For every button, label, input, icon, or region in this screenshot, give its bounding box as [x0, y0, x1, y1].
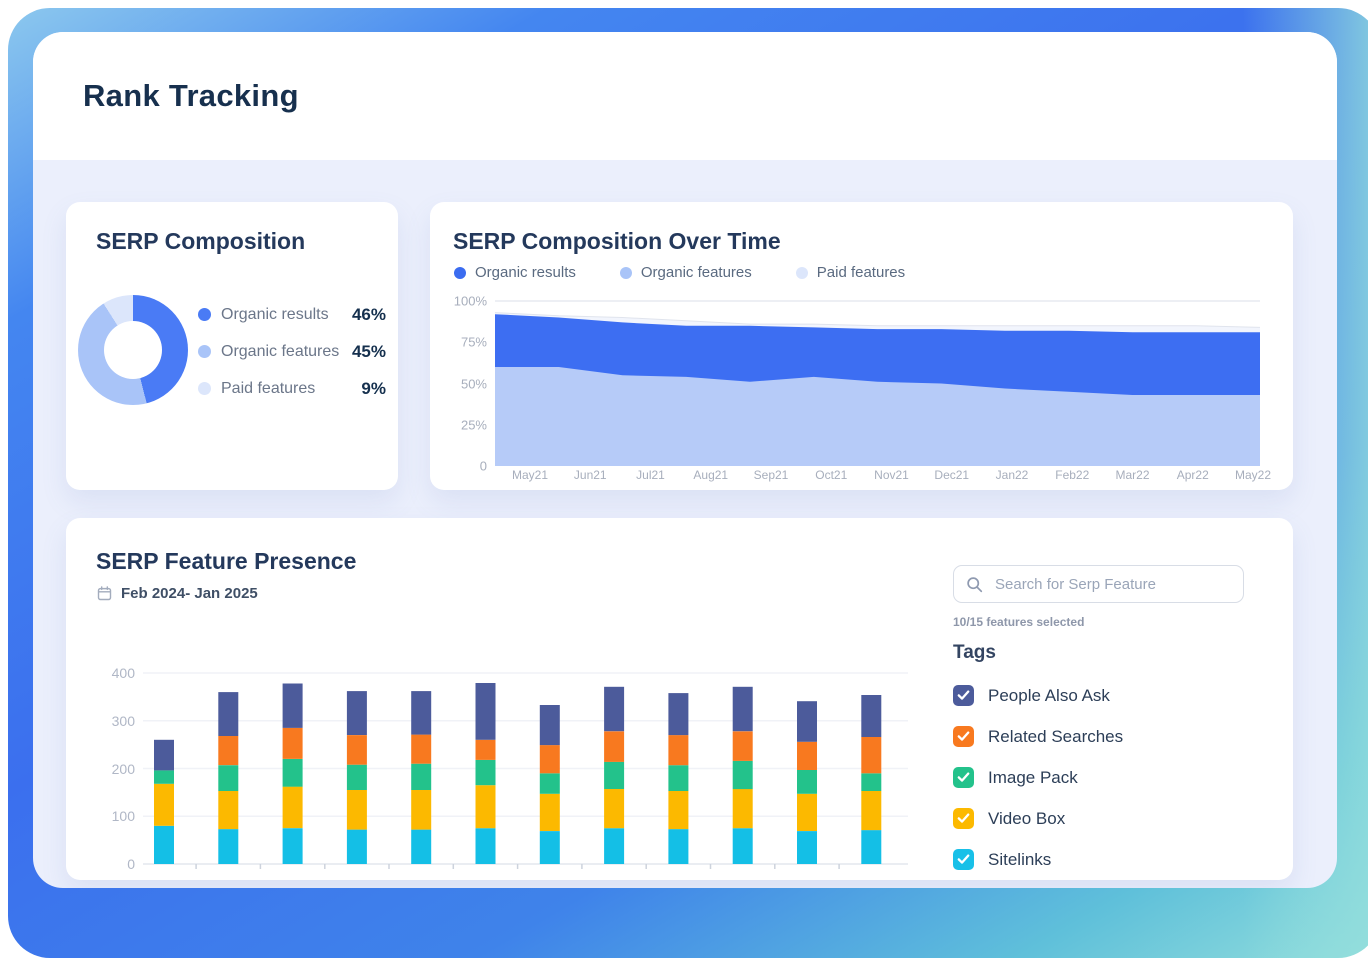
area-x-tick-label: May22: [1235, 468, 1271, 482]
serp-composition-title: SERP Composition: [96, 228, 305, 255]
area-x-tick-label: Jul21: [636, 468, 665, 482]
legend-value: 45%: [352, 342, 386, 362]
window-frame: Rank Tracking SERP Composition Organic r…: [8, 8, 1368, 958]
legend-label: Organic results: [221, 306, 329, 324]
date-range-picker[interactable]: Feb 2024- Jan 2025: [97, 585, 258, 602]
serp-composition-card: SERP Composition Organic results46%Organ…: [66, 202, 398, 490]
area-y-tick-label: 50%: [437, 376, 487, 391]
check-icon: [957, 813, 970, 824]
tag-label: Video Box: [988, 809, 1065, 829]
stacked-area-chart: [495, 299, 1260, 468]
feature-presence-title: SERP Feature Presence: [96, 548, 356, 575]
selected-features-count: 10/15 features selected: [953, 615, 1084, 629]
donut-legend-item: Organic features 45%: [198, 333, 386, 370]
area-legend-item: Paid features: [796, 264, 905, 281]
check-icon: [957, 854, 970, 865]
donut-legend-item: Paid features 9%: [198, 370, 386, 407]
app-surface: Rank Tracking SERP Composition Organic r…: [33, 32, 1337, 888]
tag-checkbox[interactable]: [953, 685, 974, 706]
legend-dot: [198, 345, 211, 358]
area-legend-item: Organic results: [454, 264, 576, 281]
area-x-tick-label: Sep21: [754, 468, 789, 482]
check-icon: [957, 772, 970, 783]
date-range-label: Feb 2024- Jan 2025: [121, 585, 258, 602]
tag-label: Image Pack: [988, 768, 1078, 788]
tag-checkbox[interactable]: [953, 726, 974, 747]
check-icon: [957, 731, 970, 742]
area-x-tick-label: Apr22: [1177, 468, 1209, 482]
tag-item[interactable]: Video Box: [953, 798, 1123, 839]
donut-chart: [78, 295, 188, 405]
area-y-tick-label: 75%: [437, 335, 487, 350]
tag-item[interactable]: Image Pack: [953, 757, 1123, 798]
area-x-tick-label: May21: [512, 468, 548, 482]
legend-label: Organic features: [641, 264, 752, 281]
legend-label: Paid features: [221, 380, 315, 398]
area-x-tick-label: Nov21: [874, 468, 909, 482]
area-x-tick-label: Oct21: [815, 468, 847, 482]
area-x-tick-label: Jun21: [574, 468, 607, 482]
tags-list: People Also Ask Related Searches Image Pac…: [953, 675, 1123, 880]
legend-dot: [796, 267, 808, 279]
check-icon: [957, 690, 970, 701]
tag-item[interactable]: Related Searches: [953, 716, 1123, 757]
area-x-tick-label: Feb22: [1055, 468, 1089, 482]
legend-dot: [620, 267, 632, 279]
bar-y-tick-label: 400: [75, 665, 135, 681]
donut-legend: Organic results 46% Organic features 45% Pai…: [198, 296, 386, 407]
bar-y-tick-label: 200: [75, 761, 135, 777]
composition-over-time-card: SERP Composition Over Time Organic resul…: [430, 202, 1293, 490]
area-x-tick-label: Mar22: [1115, 468, 1149, 482]
page-title: Rank Tracking: [83, 78, 299, 114]
tag-item[interactable]: People Also Ask: [953, 675, 1123, 716]
area-x-tick-label: Aug21: [693, 468, 728, 482]
area-y-tick-label: 0: [437, 459, 487, 474]
legend-dot: [454, 267, 466, 279]
area-x-tick-label: Dec21: [934, 468, 969, 482]
feature-presence-card: SERP Feature Presence Feb 2024- Jan 2025…: [66, 518, 1293, 880]
legend-label: Organic results: [475, 264, 576, 281]
bar-y-tick-label: 300: [75, 713, 135, 729]
search-icon: [966, 576, 983, 593]
area-legend-item: Organic features: [620, 264, 752, 281]
tag-checkbox[interactable]: [953, 808, 974, 829]
area-chart-legend: Organic results Organic features Paid feat…: [454, 264, 949, 281]
area-y-tick-label: 25%: [437, 417, 487, 432]
search-box[interactable]: [953, 565, 1244, 603]
legend-dot: [198, 382, 211, 395]
legend-label: Paid features: [817, 264, 905, 281]
legend-value: 9%: [361, 379, 386, 399]
tag-item[interactable]: Sitelinks: [953, 839, 1123, 880]
bar-y-tick-label: 0: [75, 856, 135, 872]
header: Rank Tracking: [33, 32, 1337, 160]
stacked-bar-chart: [143, 671, 908, 874]
tags-title: Tags: [953, 642, 996, 664]
legend-dot: [198, 308, 211, 321]
legend-label: Organic features: [221, 343, 339, 361]
tag-label: Related Searches: [988, 727, 1123, 747]
donut-legend-item: Organic results 46%: [198, 296, 386, 333]
bar-y-tick-label: 100: [75, 808, 135, 824]
legend-value: 46%: [352, 305, 386, 325]
search-input[interactable]: [993, 575, 1231, 594]
tag-checkbox[interactable]: [953, 767, 974, 788]
calendar-icon: [97, 586, 112, 601]
area-x-tick-label: Jan22: [996, 468, 1029, 482]
tag-checkbox[interactable]: [953, 849, 974, 870]
composition-over-time-title: SERP Composition Over Time: [453, 228, 781, 255]
tag-label: Sitelinks: [988, 850, 1051, 870]
area-y-tick-label: 100%: [437, 294, 487, 309]
tag-label: People Also Ask: [988, 686, 1110, 706]
